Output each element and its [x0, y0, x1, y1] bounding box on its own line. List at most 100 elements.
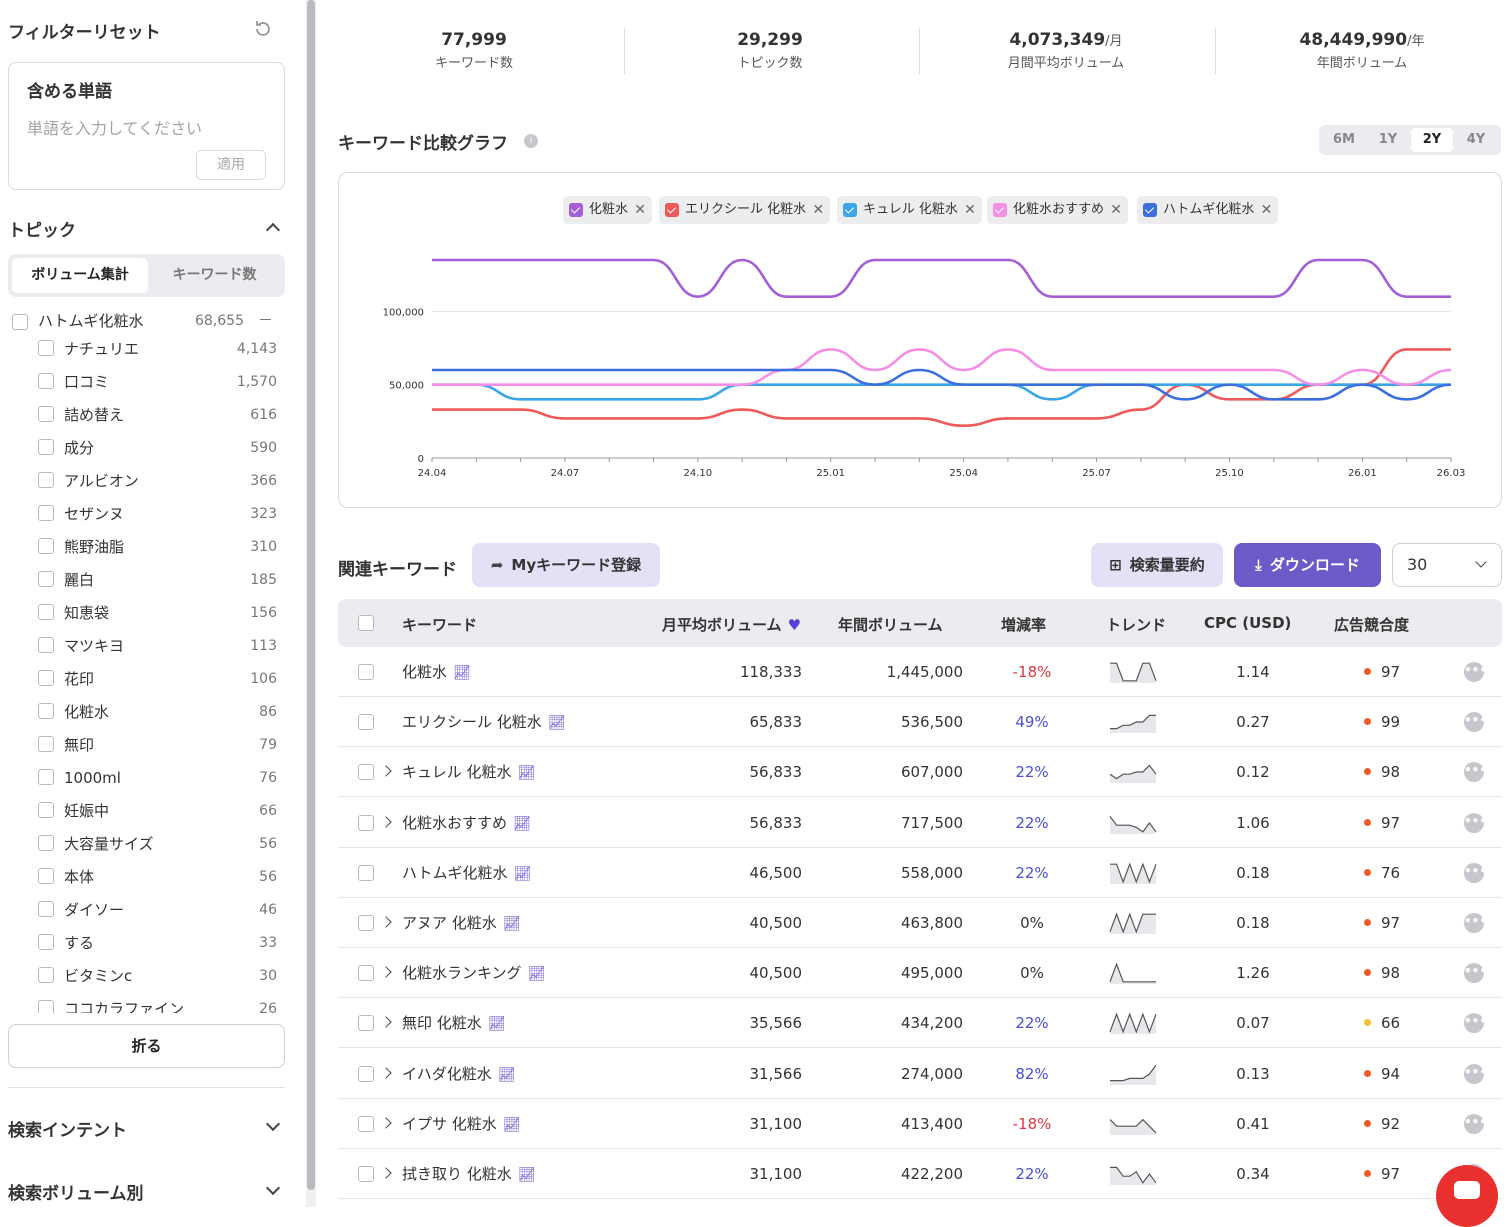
chevron-up-icon[interactable] [265, 222, 281, 238]
chevron-down-icon[interactable] [265, 1116, 281, 1132]
reset-icon[interactable] [252, 18, 274, 40]
chart-icon[interactable]: 📈︎ [453, 665, 471, 681]
row-checkbox[interactable] [358, 1065, 374, 1082]
topic-checkbox[interactable] [38, 406, 54, 422]
header-monthly[interactable]: 月平均ボリューム ♥ [662, 614, 801, 635]
topic-checkbox[interactable] [38, 373, 54, 389]
row-checkbox[interactable] [358, 664, 374, 680]
close-icon[interactable]: ✕ [964, 196, 976, 224]
range-4y[interactable]: 4Y [1455, 128, 1497, 152]
topic-checkbox[interactable] [38, 736, 54, 752]
legend-check-icon[interactable] [569, 203, 583, 217]
legend-check-icon[interactable] [993, 203, 1007, 217]
close-icon[interactable]: ✕ [1110, 196, 1122, 224]
table-row[interactable]: 化粧水 📈︎ 118,333 1,445,000 -18% 1.14 97 ••• [338, 647, 1502, 697]
close-icon[interactable]: ✕ [812, 196, 824, 224]
table-row[interactable]: ハトムギ化粧水 📈︎ 46,500 558,000 22% 0.18 76 ••• [338, 848, 1502, 898]
select-all-checkbox[interactable] [358, 615, 374, 631]
topic-checkbox[interactable] [38, 703, 54, 719]
my-keyword-button[interactable]: ➦ Myキーワード登録 [472, 543, 660, 587]
include-words-input[interactable]: 単語を入力してください [27, 115, 202, 139]
chart-icon[interactable]: 📈︎ [517, 765, 535, 781]
chevron-down-icon[interactable] [265, 1180, 281, 1196]
table-row[interactable]: イハダ化粧水 📈︎ 31,566 274,000 82% 0.13 94 ••• [338, 1049, 1502, 1099]
expand-chevron-icon[interactable] [380, 1167, 392, 1179]
search-intent-title[interactable]: 検索インテント [8, 1116, 127, 1141]
expand-chevron-icon[interactable] [380, 916, 392, 928]
row-checkbox[interactable] [358, 1166, 374, 1182]
legend-item[interactable]: 化粧水 ✕ [563, 196, 653, 224]
expand-chevron-icon[interactable] [380, 1117, 392, 1129]
sort-desc-icon[interactable]: ♥ [788, 616, 801, 634]
topic-checkbox[interactable] [38, 505, 54, 521]
expand-chevron-icon[interactable] [380, 815, 392, 828]
tab-keyword-count[interactable]: キーワード数 [148, 258, 281, 293]
search-volume-title[interactable]: 検索ボリューム別 [8, 1179, 144, 1204]
expand-chevron-icon[interactable] [380, 765, 392, 778]
row-checkbox[interactable] [358, 814, 374, 831]
topic-checkbox[interactable] [38, 340, 54, 356]
more-icon[interactable]: ••• [1464, 762, 1487, 783]
chart-icon[interactable]: 📈︎ [548, 715, 566, 731]
row-checkbox[interactable] [358, 1115, 374, 1132]
topic-checkbox[interactable] [38, 538, 54, 554]
more-icon[interactable]: ••• [1464, 1013, 1487, 1034]
legend-check-icon[interactable] [1143, 203, 1157, 217]
close-icon[interactable]: ✕ [1261, 196, 1273, 224]
info-icon[interactable]: i [524, 134, 538, 148]
topic-checkbox[interactable] [38, 472, 54, 488]
expand-chevron-icon[interactable] [380, 1066, 392, 1079]
range-1y[interactable]: 1Y [1367, 128, 1409, 152]
chart-icon[interactable]: 📈︎ [518, 1167, 536, 1183]
tab-volume[interactable]: ボリューム集計 [12, 258, 148, 293]
table-row[interactable]: アヌア 化粧水 📈︎ 40,500 463,800 0% 0.18 97 ••• [338, 898, 1502, 948]
header-change[interactable]: 増減率 [1001, 614, 1046, 635]
expand-chevron-icon[interactable] [380, 966, 392, 978]
table-row[interactable]: 化粧水ランキング 📈︎ 40,500 495,000 0% 1.26 98 ••• [338, 948, 1502, 999]
header-competition[interactable]: 広告競合度 [1334, 614, 1409, 635]
chat-widget-button[interactable] [1436, 1165, 1498, 1227]
topic-checkbox[interactable] [38, 637, 54, 653]
range-2y[interactable]: 2Y [1411, 128, 1453, 152]
table-row[interactable]: キュレル 化粧水 📈︎ 56,833 607,000 22% 0.12 98 ••• [338, 747, 1502, 798]
chart-icon[interactable]: 📈︎ [503, 916, 521, 932]
more-icon[interactable]: ••• [1464, 712, 1487, 733]
legend-item[interactable]: エリクシール 化粧水 ✕ [659, 196, 831, 224]
page-size-select[interactable]: 30 [1392, 543, 1502, 587]
more-icon[interactable]: ••• [1464, 1063, 1487, 1084]
more-icon[interactable]: ••• [1464, 862, 1487, 883]
apply-button[interactable]: 適用 [196, 150, 266, 180]
collapse-icon[interactable]: － [258, 310, 273, 330]
keyword-cell[interactable]: エリクシール 化粧水 📈︎ [402, 712, 566, 733]
topic-checkbox[interactable] [38, 901, 54, 917]
keyword-cell[interactable]: キュレル 化粧水 📈︎ [402, 762, 535, 783]
more-icon[interactable]: ••• [1464, 812, 1487, 833]
summary-button[interactable]: ⊞ 検索量要約 [1091, 543, 1223, 587]
legend-check-icon[interactable] [843, 203, 857, 217]
row-checkbox[interactable] [358, 1015, 374, 1032]
keyword-cell[interactable]: 化粧水 📈︎ [402, 662, 471, 683]
topic-checkbox[interactable] [38, 769, 54, 785]
chart-icon[interactable]: 📈︎ [503, 1117, 521, 1133]
topic-checkbox[interactable] [38, 967, 54, 983]
fold-button[interactable]: 折る [8, 1024, 285, 1068]
table-row[interactable]: 無印 化粧水 📈︎ 35,566 434,200 22% 0.07 66 ••• [338, 998, 1502, 1049]
legend-check-icon[interactable] [665, 203, 679, 217]
topic-checkbox[interactable] [38, 835, 54, 851]
keyword-cell[interactable]: イハダ化粧水 📈︎ [402, 1064, 515, 1085]
topic-checkbox[interactable] [38, 802, 54, 818]
chart-icon[interactable]: 📈︎ [498, 1067, 516, 1083]
expand-chevron-icon[interactable] [380, 1016, 392, 1029]
header-keyword[interactable]: キーワード [402, 614, 477, 635]
topic-checkbox[interactable] [38, 670, 54, 686]
table-row[interactable]: 化粧水おすすめ 📈︎ 56,833 717,500 22% 1.06 97 ••• [338, 798, 1502, 848]
legend-item[interactable]: 化粧水おすすめ ✕ [987, 196, 1129, 224]
scrollbar-thumb[interactable] [307, 0, 315, 1190]
download-button[interactable]: ⤓ ダウンロード [1234, 543, 1381, 587]
more-icon[interactable]: ••• [1464, 662, 1487, 682]
chart-icon[interactable]: 📈︎ [488, 1016, 506, 1032]
topic-checkbox[interactable] [38, 604, 54, 620]
chart-icon[interactable]: 📈︎ [528, 966, 546, 982]
row-checkbox[interactable] [358, 764, 374, 781]
table-row[interactable]: イプサ 化粧水 📈︎ 31,100 413,400 -18% 0.41 92 ••• [338, 1099, 1502, 1149]
